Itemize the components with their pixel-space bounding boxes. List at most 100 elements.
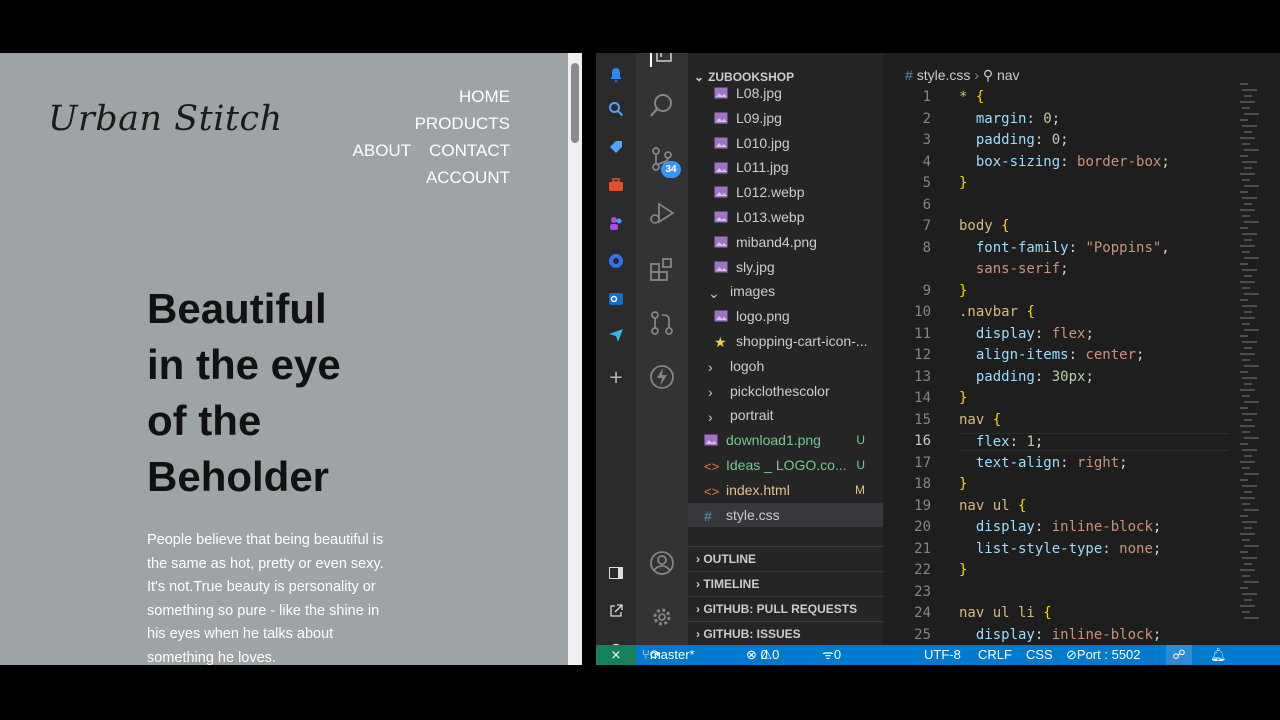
code-line[interactable]: .navbar { — [959, 304, 1035, 320]
tag-icon[interactable] — [606, 137, 626, 157]
code-line[interactable]: } — [959, 283, 967, 299]
code-editor[interactable]: # style.css › ⚲ nav 1 * {2 margin: 0; 3 pa… — [883, 53, 1280, 645]
nav-contact[interactable]: CONTACT — [429, 137, 510, 164]
live-server-status[interactable]: ⊘ Port : 5502 — [1066, 645, 1141, 665]
pull-request-icon[interactable] — [648, 309, 676, 337]
file-tree-item[interactable]: L09.jpg — [688, 106, 883, 130]
line-number: 22 — [914, 562, 931, 578]
breadcrumb-file[interactable]: style.css — [917, 67, 971, 83]
file-tree-item[interactable]: › pickclothescolor — [688, 379, 883, 403]
file-tree-item[interactable]: L08.jpg — [688, 81, 883, 105]
section-pull-requests[interactable]: › GITHUB: PULL REQUESTS — [688, 596, 883, 621]
nav-products[interactable]: PRODUCTS — [415, 110, 510, 137]
remote-icon[interactable]: ⨯ — [596, 645, 636, 665]
code-line[interactable]: text-align: right; — [959, 455, 1128, 471]
code-line[interactable]: } — [959, 390, 967, 406]
live-server-port: Port : 5502 — [1076, 647, 1141, 662]
file-tree-item[interactable]: › portrait — [688, 403, 883, 427]
code-line[interactable]: } — [959, 562, 967, 578]
section-timeline[interactable]: › TIMELINE — [688, 571, 883, 596]
file-tree-item[interactable]: L010.jpg — [688, 131, 883, 155]
bell-icon[interactable] — [606, 65, 626, 85]
file-tree-item[interactable]: <> Ideas _ LOGO.co... U — [688, 453, 883, 477]
outlook-icon[interactable] — [606, 289, 626, 309]
line-number: 1 — [922, 89, 931, 105]
file-tree-item[interactable]: <> index.html M — [688, 478, 883, 502]
file-tree-item[interactable]: download1.png U — [688, 428, 883, 452]
file-tree-item[interactable]: L013.webp — [688, 205, 883, 229]
line-number: 13 — [914, 368, 931, 385]
plus-icon[interactable]: + — [606, 367, 626, 388]
preview-scrollbar[interactable] — [568, 53, 582, 665]
line-number: 6 — [922, 196, 931, 213]
copilot-icon[interactable] — [606, 251, 626, 271]
code-line[interactable]: display: flex; — [959, 326, 1094, 342]
gear-icon[interactable] — [648, 603, 676, 631]
code-line[interactable]: display: inline-block; — [959, 519, 1161, 535]
ports-status[interactable]: ᯤ 0 — [822, 645, 841, 665]
code-line[interactable]: box-sizing: border-box; — [959, 154, 1170, 170]
code-line[interactable]: align-items: center; — [959, 347, 1145, 363]
panel-toggle-icon[interactable] — [606, 563, 626, 583]
file-tree-item[interactable]: › logoh — [688, 354, 883, 378]
code-line[interactable]: padding: 0; — [959, 132, 1069, 148]
code-line[interactable]: nav ul li { — [959, 605, 1052, 621]
nav-about[interactable]: ABOUT — [353, 137, 412, 164]
send-icon[interactable] — [606, 325, 626, 345]
section-issues[interactable]: › GITHUB: ISSUES — [688, 621, 883, 646]
code-line[interactable]: font-family: "Poppins", — [959, 240, 1170, 256]
code-line[interactable]: padding: 30px; — [959, 369, 1094, 385]
run-debug-icon[interactable] — [648, 199, 676, 227]
code-line[interactable]: flex: 1; — [959, 433, 1229, 451]
eol-status[interactable]: CRLF — [978, 645, 1012, 665]
section-outline[interactable]: › OUTLINE — [688, 546, 883, 571]
nav-account[interactable]: ACCOUNT — [426, 164, 510, 191]
extensions-icon[interactable] — [648, 255, 676, 283]
line-number: 10 — [914, 304, 931, 320]
account-icon[interactable] — [648, 549, 676, 577]
toolbox-icon[interactable] — [606, 175, 626, 195]
problems-status[interactable]: ⊗ 0 ⚠ 0 — [746, 645, 779, 665]
explorer-icon[interactable] — [650, 53, 676, 67]
copilot-status-icon[interactable]: ☍ — [1166, 645, 1192, 665]
file-name: logoh — [730, 357, 765, 374]
file-name: portrait — [730, 407, 774, 424]
code-line[interactable]: } — [959, 175, 967, 191]
search-icon[interactable] — [648, 91, 676, 119]
minimap[interactable] — [1240, 83, 1270, 623]
code-line[interactable]: list-style-type: none; — [959, 541, 1161, 557]
file-tree-item[interactable]: ★ shopping-cart-icon-... — [688, 329, 883, 353]
language-status[interactable]: CSS — [1026, 645, 1053, 665]
file-tree-item[interactable]: # style.css — [688, 502, 883, 527]
file-tree-item[interactable]: L012.webp — [688, 180, 883, 204]
code-line[interactable]: display: inline-block; — [959, 627, 1161, 643]
code-line[interactable]: * { — [959, 89, 984, 105]
encoding-status[interactable]: UTF-8 — [924, 645, 961, 665]
image-file-icon — [714, 107, 732, 131]
line-number: 15 — [914, 411, 931, 428]
hero-line: Beautiful — [147, 285, 327, 332]
notifications-bell-icon[interactable]: 🔔︎ — [1210, 645, 1227, 665]
nav-home[interactable]: HOME — [459, 83, 510, 110]
code-line[interactable]: margin: 0; — [959, 111, 1060, 127]
file-tree-item[interactable]: ⌄ images — [688, 279, 883, 303]
code-line[interactable]: sans-serif; — [959, 261, 1069, 277]
live-server-icon[interactable] — [648, 363, 676, 391]
code-line[interactable]: } — [959, 476, 967, 492]
breadcrumb-symbol[interactable]: nav — [997, 67, 1020, 83]
desc-line: something he loves. — [147, 649, 276, 666]
search-icon[interactable] — [606, 99, 626, 119]
file-tree-item[interactable]: logo.png — [688, 304, 883, 328]
file-tree-item[interactable]: miband4.png — [688, 230, 883, 254]
line-number: 14 — [914, 390, 931, 406]
branch-status[interactable]: ⑂ master* ⟳ — [642, 645, 695, 665]
file-tree-item[interactable]: sly.jpg — [688, 255, 883, 279]
code-line[interactable]: nav ul { — [959, 498, 1026, 514]
code-line[interactable]: nav { — [959, 412, 1001, 428]
file-tree-item[interactable]: L011.jpg — [688, 155, 883, 179]
preview-scroll-thumb[interactable] — [571, 63, 579, 143]
people-icon[interactable] — [606, 213, 626, 233]
external-link-icon[interactable] — [606, 601, 626, 621]
code-line[interactable]: body { — [959, 218, 1010, 234]
site-logo[interactable]: Urban Stitch — [48, 99, 283, 139]
